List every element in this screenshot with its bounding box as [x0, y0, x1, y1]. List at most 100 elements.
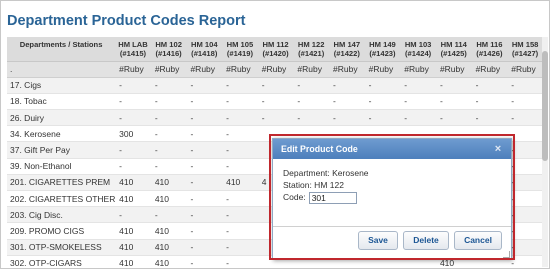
product-code-cell[interactable]: - — [507, 222, 543, 240]
cancel-button[interactable]: Cancel — [454, 231, 502, 250]
product-code-cell[interactable]: - — [329, 93, 365, 111]
product-code-cell[interactable]: - — [293, 77, 330, 94]
product-code-cell[interactable]: 410 — [222, 174, 258, 192]
product-code-cell[interactable]: - — [400, 109, 436, 127]
product-code-cell[interactable]: - — [400, 77, 436, 94]
product-code-cell[interactable]: - — [186, 255, 223, 267]
product-code-cell[interactable]: - — [435, 109, 472, 127]
product-code-cell[interactable]: - — [150, 93, 187, 111]
product-code-cell[interactable]: - — [150, 125, 187, 143]
column-header-label: HM 116 — [476, 39, 503, 49]
product-code-cell[interactable]: - — [257, 93, 294, 111]
product-code-cell[interactable]: 300 — [115, 125, 151, 143]
product-code-cell[interactable]: - — [507, 109, 543, 127]
column-header-station: HM 114 (#1425) — [435, 37, 472, 62]
product-code-cell[interactable]: - — [471, 77, 508, 94]
product-code-cell[interactable]: - — [186, 125, 223, 143]
product-code-cell[interactable]: 410 — [115, 190, 151, 208]
product-code-cell[interactable]: 410 — [150, 255, 187, 267]
product-code-cell[interactable]: - — [222, 93, 258, 111]
product-code-cell[interactable]: 410 — [150, 190, 187, 208]
product-code-cell[interactable]: - — [471, 93, 508, 111]
product-code-cell[interactable]: - — [186, 77, 223, 94]
product-code-cell[interactable]: - — [186, 158, 223, 175]
product-code-cell[interactable]: 410 — [150, 222, 187, 240]
product-code-cell[interactable]: - — [507, 239, 543, 256]
product-code-cell[interactable]: - — [507, 77, 543, 94]
product-code-cell[interactable]: - — [507, 190, 543, 208]
product-code-cell[interactable]: - — [186, 239, 223, 256]
product-code-cell[interactable]: - — [186, 93, 223, 111]
product-code-cell[interactable]: - — [471, 109, 508, 127]
product-code-cell[interactable]: - — [150, 141, 187, 159]
product-code-cell[interactable]: - — [150, 206, 187, 224]
product-code-cell[interactable]: - — [400, 93, 436, 111]
department-name-cell: 209. PROMO CIGS — [7, 222, 116, 240]
product-code-cell[interactable]: - — [293, 93, 330, 111]
product-code-cell[interactable]: - — [115, 77, 151, 94]
product-code-cell[interactable]: - — [115, 93, 151, 111]
product-code-cell[interactable]: - — [222, 190, 258, 208]
product-code-cell[interactable]: 410 — [115, 222, 151, 240]
product-code-cell[interactable]: - — [150, 158, 187, 175]
product-code-cell[interactable]: - — [364, 109, 401, 127]
product-code-cell[interactable]: - — [222, 158, 258, 175]
product-code-cell[interactable]: - — [293, 109, 330, 127]
product-code-cell[interactable]: - — [115, 158, 151, 175]
product-code-cell[interactable]: - — [364, 77, 401, 94]
column-header-departments: Departments / Stations — [7, 37, 116, 62]
product-code-cell[interactable]: - — [507, 174, 543, 192]
subheader-cell: #Ruby — [115, 61, 151, 78]
product-code-cell[interactable]: - — [186, 222, 223, 240]
save-button[interactable]: Save — [358, 231, 398, 250]
product-code-cell[interactable]: - — [507, 141, 543, 159]
product-code-cell[interactable]: - — [507, 125, 543, 143]
vertical-scrollbar[interactable] — [542, 37, 548, 267]
product-code-cell[interactable]: - — [222, 109, 258, 127]
product-code-cell[interactable]: - — [222, 141, 258, 159]
product-code-cell[interactable]: 410 — [150, 239, 187, 256]
code-input[interactable] — [308, 191, 357, 204]
product-code-cell[interactable]: - — [222, 255, 258, 267]
delete-button[interactable]: Delete — [403, 231, 449, 250]
product-code-cell[interactable]: - — [507, 255, 543, 267]
product-code-cell[interactable]: - — [507, 158, 543, 175]
product-code-cell[interactable]: - — [222, 77, 258, 94]
product-code-cell[interactable]: - — [364, 93, 401, 111]
product-code-cell[interactable]: - — [115, 206, 151, 224]
product-code-cell[interactable]: 410 — [115, 255, 151, 267]
dialog-title-bar[interactable]: Edit Product Code — [273, 139, 511, 159]
column-header-id: (#1421) — [298, 48, 325, 58]
product-code-cell[interactable]: 410 — [115, 239, 151, 256]
column-header-label: HM 122 — [297, 39, 325, 49]
product-code-cell[interactable]: - — [222, 125, 258, 143]
product-code-cell[interactable]: - — [186, 190, 223, 208]
product-code-cell[interactable]: - — [150, 109, 187, 127]
product-code-cell[interactable]: 410 — [150, 174, 187, 192]
product-code-cell[interactable]: - — [186, 174, 223, 192]
resize-grip-icon[interactable] — [503, 251, 510, 258]
product-code-cell[interactable]: - — [507, 206, 543, 224]
product-code-cell[interactable]: 410 — [115, 174, 151, 192]
product-code-cell[interactable]: - — [186, 141, 223, 159]
product-code-cell[interactable]: - — [222, 206, 258, 224]
product-code-cell[interactable]: - — [435, 77, 472, 94]
product-code-cell[interactable]: - — [115, 141, 151, 159]
product-code-cell[interactable]: - — [329, 77, 365, 94]
product-code-cell[interactable]: - — [435, 93, 472, 111]
column-header-id: (#1416) — [155, 48, 182, 58]
product-code-cell[interactable]: - — [222, 239, 258, 256]
product-code-cell[interactable]: - — [150, 77, 187, 94]
product-code-cell[interactable]: - — [329, 109, 365, 127]
product-code-cell[interactable]: - — [115, 109, 151, 127]
scrollbar-thumb[interactable] — [542, 51, 548, 161]
department-name-cell: 18. Tobac — [7, 93, 116, 111]
close-icon[interactable]: × — [492, 143, 504, 155]
product-code-cell[interactable]: - — [186, 109, 223, 127]
column-header-label: HM 112 — [262, 39, 289, 49]
product-code-cell[interactable]: - — [257, 109, 294, 127]
product-code-cell[interactable]: - — [257, 77, 294, 94]
product-code-cell[interactable]: - — [186, 206, 223, 224]
product-code-cell[interactable]: - — [222, 222, 258, 240]
product-code-cell[interactable]: - — [507, 93, 543, 111]
